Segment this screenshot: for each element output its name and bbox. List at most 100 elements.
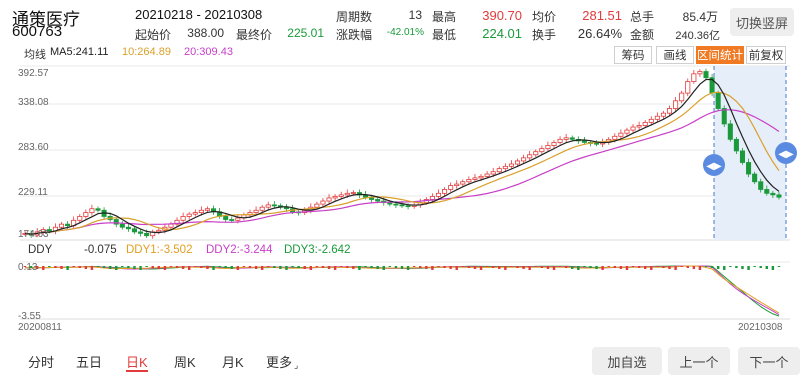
ddy-bar [279, 266, 282, 269]
tab-daily-k[interactable]: 日K [126, 352, 148, 371]
candle-body [691, 73, 697, 82]
ddy-bar [777, 266, 781, 267]
candle-body [581, 140, 587, 143]
ddy-bar [42, 266, 45, 270]
ddy-bar [96, 266, 100, 267]
candle-body [673, 100, 679, 109]
ddy-bar [169, 266, 173, 267]
ddy-bar [260, 266, 264, 270]
ddy-bar [449, 266, 452, 269]
ddy-bar [346, 266, 349, 268]
date-start-label: 20200811 [18, 322, 62, 333]
ddy-bar [151, 266, 154, 268]
ddy-bar [771, 266, 775, 270]
candle-body [387, 202, 393, 205]
ddy-bar [528, 266, 531, 270]
candle-body [168, 223, 174, 228]
candle-body [95, 208, 101, 211]
candle-body [119, 223, 125, 228]
ddy-bar [692, 266, 696, 269]
ddy-bar [443, 266, 446, 268]
candle-body [508, 163, 514, 167]
ddy-bar [571, 266, 574, 269]
candle-body [776, 194, 782, 198]
candle-body [186, 213, 192, 217]
candle-body [521, 157, 527, 162]
tab-more[interactable]: 更多 [266, 352, 292, 371]
candle-body [660, 112, 666, 117]
candle-body [721, 108, 727, 125]
tab-monthly-k[interactable]: 月K [222, 352, 244, 371]
candle-body [654, 115, 660, 120]
candle-body [733, 138, 739, 152]
ddy-bar [321, 266, 325, 268]
tab-weekly-k[interactable]: 周K [174, 352, 196, 371]
candle-body [472, 177, 478, 180]
ddy-value: -0.075 [84, 244, 117, 256]
ddy-bar [285, 266, 288, 270]
ddy-bar [504, 266, 507, 270]
interval-start-handle[interactable]: ◀▶ [703, 154, 725, 176]
candle-body [563, 137, 569, 140]
ddy-bar [662, 266, 665, 268]
ddy-bar [522, 266, 525, 269]
candle-body [83, 212, 89, 217]
ddy3-value: DDY3:-2.642 [284, 244, 351, 256]
price-axis-3: 229.11 [18, 187, 48, 198]
ddy-bar [388, 266, 392, 267]
prev-stock-button[interactable]: 上一个 [668, 347, 730, 375]
ddy-bar [406, 266, 410, 270]
ddy1-line [24, 265, 780, 314]
kline-chart[interactable]: ◀▶ ◀▶ [0, 0, 800, 341]
ma20-line [24, 109, 780, 235]
ddy-bar [303, 266, 306, 269]
candle-body [612, 135, 618, 140]
candle-body [697, 71, 703, 75]
ddy-bar [181, 266, 185, 269]
candle-body [752, 173, 758, 183]
ddy-bar [467, 266, 471, 268]
candles-layer [22, 68, 782, 239]
ddy3-line [25, 265, 780, 317]
candle-body [460, 181, 466, 185]
date-end-label: 20210308 [738, 322, 783, 333]
candle-body [685, 81, 691, 94]
ddy-bar [157, 266, 161, 269]
ddy-bar [327, 266, 331, 269]
candle-body [138, 231, 144, 234]
ddy-bar [133, 266, 136, 269]
candle-body [496, 168, 502, 173]
ddy-bar [187, 266, 191, 270]
candle-body [399, 204, 405, 207]
add-watchlist-button[interactable]: 加自选 [592, 347, 662, 375]
candle-body [156, 229, 162, 233]
tab-intraday[interactable]: 分时 [28, 352, 54, 371]
ddy-bar [115, 266, 118, 270]
ddy-bar [358, 266, 361, 270]
candle-body [314, 203, 320, 208]
candle-body [715, 92, 721, 109]
ddy-bar [90, 266, 94, 270]
interval-end-handle[interactable]: ◀▶ [775, 142, 797, 164]
next-stock-button[interactable]: 下一个 [738, 347, 800, 375]
candle-body [253, 209, 259, 213]
ddy-bar [516, 266, 519, 268]
ddy-bar [224, 266, 227, 268]
svg-text:◀▶: ◀▶ [706, 161, 722, 172]
ddy-bar [540, 266, 544, 268]
ddy-bar [747, 266, 750, 270]
ddy-indicator-name[interactable]: DDY [28, 244, 52, 256]
ddy-bar [364, 266, 367, 267]
ddy-bar [485, 266, 489, 267]
ddy-bar [631, 266, 635, 267]
tab-five-day[interactable]: 五日 [76, 352, 102, 371]
ddy1-value: DDY1:-3.502 [126, 244, 193, 256]
candle-body [332, 196, 338, 199]
tab-active-indicator [126, 370, 148, 372]
candle-body [478, 175, 484, 179]
ddy-bar [60, 266, 63, 269]
ddy-bar [613, 266, 617, 268]
candle-body [648, 118, 654, 123]
ddy-bar [577, 266, 580, 270]
ddy-bar [163, 266, 167, 270]
